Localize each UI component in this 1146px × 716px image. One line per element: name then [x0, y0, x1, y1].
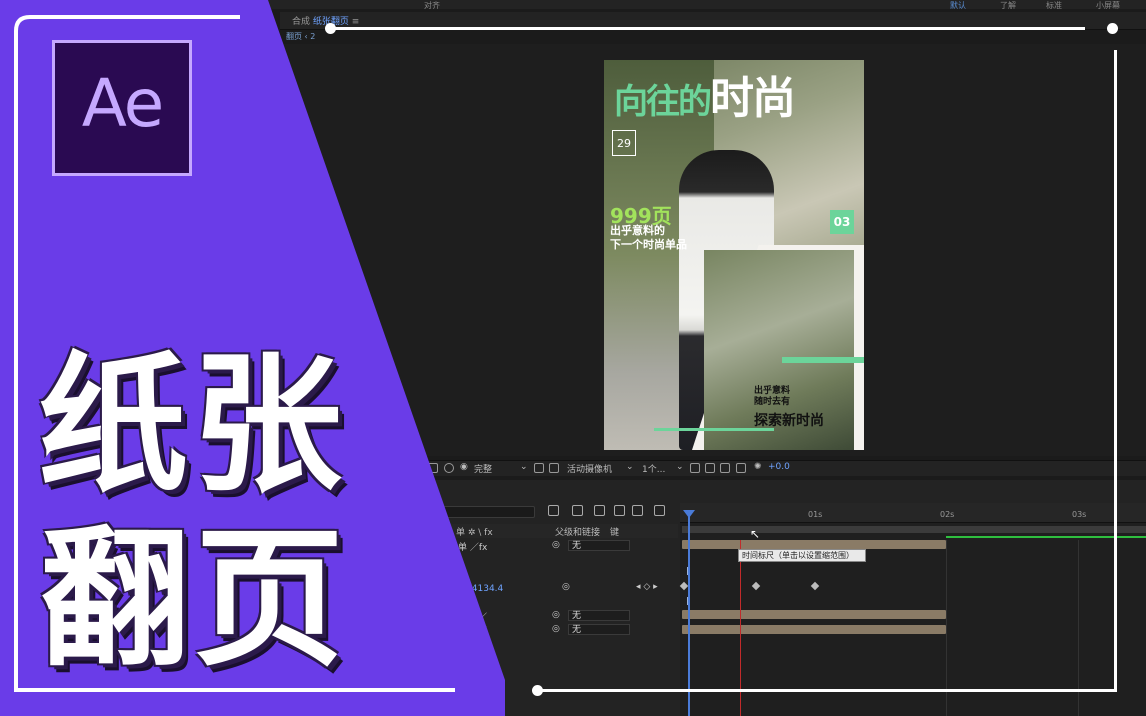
ruler-tick: 02s: [940, 510, 955, 519]
parent-select[interactable]: 无: [568, 624, 630, 635]
frame-line-bottom: [540, 689, 1117, 692]
parent-select[interactable]: 无: [568, 610, 630, 621]
pickwhip-icon[interactable]: ◎: [552, 610, 560, 620]
workspace-standard[interactable]: 标准: [1046, 0, 1062, 11]
pickwhip-icon[interactable]: ◎: [552, 624, 560, 634]
poster-green-line: [654, 428, 774, 431]
parent-header: 父级和链接: [555, 528, 601, 538]
ruler-tick: 01s: [808, 510, 823, 519]
chevron-down-icon[interactable]: ⌄: [520, 462, 528, 472]
frame-line-right: [1114, 50, 1117, 690]
poster-subline: 出乎意料的 下一个时尚单品: [610, 224, 687, 251]
exposure-icon[interactable]: ✺: [754, 462, 762, 472]
toggle-pixel-icon[interactable]: [690, 463, 700, 473]
parent-select[interactable]: 无: [568, 540, 630, 551]
poster-title-green: 向往的: [614, 82, 712, 122]
parent-select-value: 无: [572, 625, 582, 635]
frame-blend-icon[interactable]: [614, 505, 625, 516]
poster-date: 29: [612, 130, 636, 156]
poster-foot-big: 探索新时尚: [754, 413, 824, 429]
keyframe-nav[interactable]: ◂ ◇ ▸: [636, 582, 658, 592]
chevron-down-icon[interactable]: ⌄: [676, 462, 684, 472]
shy-icon[interactable]: [594, 505, 605, 516]
layer-bar[interactable]: [682, 610, 946, 619]
draft-3d-icon[interactable]: [572, 505, 583, 516]
cursor-icon: ↖: [750, 527, 761, 541]
workspace-learn[interactable]: 了解: [1000, 0, 1016, 11]
workspace-small-screen[interactable]: 小屏幕: [1096, 0, 1120, 11]
poster-foot-small: 出乎意料 随时去有: [754, 386, 791, 407]
poster-badge: 03: [830, 210, 854, 234]
fast-preview-icon[interactable]: [705, 463, 715, 473]
layer-bar[interactable]: [682, 540, 946, 549]
pickwhip-icon[interactable]: ◎: [562, 582, 570, 592]
frame-dot: [1107, 23, 1118, 34]
poster-title: 向往的时尚: [614, 62, 796, 126]
poster-title-white: 时尚: [710, 73, 796, 124]
transparency-grid-icon[interactable]: [549, 463, 559, 473]
current-time-indicator[interactable]: [688, 512, 690, 716]
frame-dot: [532, 685, 543, 696]
pickwhip-icon[interactable]: ◎: [552, 540, 560, 550]
exposure-value[interactable]: +0.0: [768, 462, 790, 472]
ae-logo: Ae: [52, 40, 192, 176]
layer-bar[interactable]: [682, 625, 946, 634]
flowchart-icon[interactable]: [736, 463, 746, 473]
title-line-1: 纸张: [38, 339, 347, 513]
camera-select[interactable]: 活动摄像机: [567, 462, 612, 475]
poster-green-bar: [782, 357, 864, 363]
title-line-2: 翻页: [40, 513, 349, 687]
parent-select-value: 无: [572, 541, 582, 551]
graph-editor-icon[interactable]: [654, 505, 665, 516]
ae-logo-text: Ae: [81, 65, 165, 142]
playhead-icon[interactable]: [683, 510, 695, 518]
poster-image: 向往的时尚 29 999页 出乎意料的 下一个时尚单品 03 出乎意料 随时去有…: [604, 60, 864, 450]
parent-select-value: 无: [572, 611, 582, 621]
keys-header: 键: [610, 528, 620, 538]
ruler-tick: 03s: [1072, 510, 1087, 519]
workspace-default[interactable]: 默认: [950, 0, 966, 11]
comp-mini-flowchart-icon[interactable]: [548, 505, 559, 516]
views-select[interactable]: 1个...: [642, 462, 665, 475]
timeline-icon[interactable]: [720, 463, 730, 473]
motion-blur-icon[interactable]: [632, 505, 643, 516]
chevron-down-icon[interactable]: ⌄: [626, 462, 634, 472]
region-icon[interactable]: [534, 463, 544, 473]
tooltip: 时间标尺（单击以设置缩范围）: [738, 549, 866, 562]
